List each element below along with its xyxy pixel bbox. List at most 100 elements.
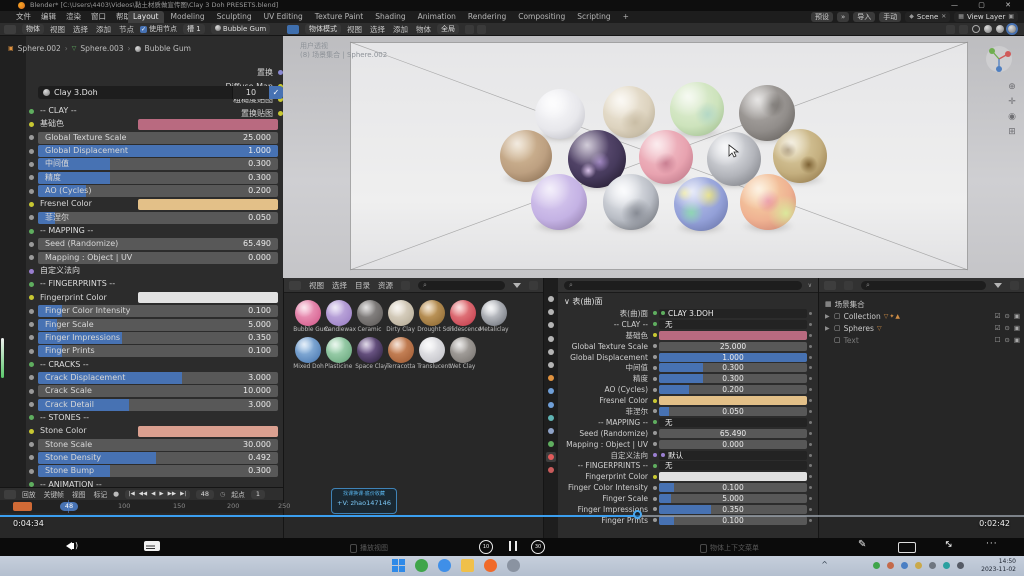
param-slider[interactable] — [38, 172, 278, 184]
param-slider[interactable]: 0.000 — [659, 440, 807, 449]
color-swatch[interactable] — [138, 199, 278, 210]
clay-sphere-translucent[interactable] — [535, 89, 585, 139]
transport-button-5[interactable]: ▶| — [179, 490, 188, 499]
checkbox-icon[interactable]: ☑ — [995, 312, 1001, 320]
rendered-shading-icon[interactable] — [1008, 25, 1016, 33]
rewind-10-button[interactable]: 10 — [479, 540, 493, 554]
manual-button[interactable]: 手动 — [879, 12, 901, 22]
orientation-dropdown[interactable]: 全局 — [437, 24, 459, 34]
menu-2[interactable]: 渲染 — [66, 11, 81, 23]
asset-menu-2[interactable]: 目录 — [355, 280, 370, 291]
chevron-down-icon[interactable]: ∨ — [808, 282, 812, 289]
clay-sphere-plasticine[interactable] — [670, 82, 724, 136]
use-nodes-checkbox[interactable]: ✓使用节点 — [140, 23, 177, 36]
expand-icon[interactable]: ▶ — [825, 313, 831, 320]
menu-1[interactable]: 编辑 — [41, 11, 56, 23]
volume-icon[interactable]: ) — [62, 541, 78, 550]
viewport-menu-3[interactable]: 物体 — [416, 23, 431, 36]
param-row-slider[interactable]: Finger Prints0.100 — [38, 345, 278, 357]
node-group-value[interactable]: 10 — [232, 86, 269, 99]
gizmo-toggle-icon[interactable] — [946, 25, 955, 34]
modifiers-tab[interactable] — [546, 386, 556, 396]
maximize-button[interactable]: ▢ — [978, 1, 994, 9]
animate-dot-icon[interactable] — [807, 399, 814, 402]
viewport-menu-0[interactable]: 视图 — [347, 23, 362, 36]
transport-button-1[interactable]: ◀◀ — [137, 490, 148, 499]
tray-icon-0[interactable] — [873, 562, 880, 569]
param-slider[interactable]: 5.000 — [659, 494, 807, 503]
animate-dot-icon[interactable] — [807, 421, 814, 424]
move-icon[interactable]: ✛ — [1008, 97, 1016, 107]
animate-dot-icon[interactable] — [807, 443, 814, 446]
taskbar-clock[interactable]: 14:50 2023-11-02 — [981, 558, 1016, 574]
param-row-slider[interactable]: Finger Color Intensity0.100 — [38, 305, 278, 317]
viewport-menu-2[interactable]: 添加 — [393, 23, 408, 36]
asset-item-candlewax[interactable]: Candlewax — [323, 300, 354, 334]
asset-item-mixed-doh[interactable]: Mixed Doh — [292, 337, 323, 371]
tray-icon-4[interactable] — [929, 562, 936, 569]
clay-sphere-mixed-doh[interactable] — [674, 177, 728, 231]
param-row-slider[interactable]: Crack Displacement3.000 — [38, 372, 278, 384]
view-layer-selector[interactable]: ▦View Layer▣ — [954, 12, 1018, 22]
workspace-tab-+[interactable]: + — [618, 11, 634, 23]
outliner-item-text[interactable]: ▢ Text ☐⊙▣ — [825, 334, 1020, 346]
asset-item-ceramic[interactable]: Ceramic — [354, 300, 385, 334]
windows-start-icon[interactable] — [392, 559, 405, 572]
workspace-tab-modeling[interactable]: Modeling — [166, 11, 210, 23]
record-button[interactable]: ● — [113, 490, 119, 498]
param-slider[interactable]: 0.300 — [659, 374, 807, 383]
animate-dot-icon[interactable] — [807, 334, 814, 337]
timeline-menu-0[interactable]: 回放 — [22, 489, 36, 499]
scene-tab[interactable] — [546, 347, 556, 357]
workspace-tab-compositing[interactable]: Compositing — [513, 11, 570, 23]
animate-dot-icon[interactable] — [807, 475, 814, 478]
param-slider[interactable]: 25.000 — [659, 342, 807, 351]
eye-icon[interactable]: ⊙ — [1004, 336, 1009, 344]
param-row-slider[interactable]: Stone Bump0.300 — [38, 465, 278, 477]
shader-mode-dropdown[interactable]: 物体 — [22, 24, 44, 34]
subtitle-icon[interactable] — [144, 541, 160, 551]
param-slider[interactable]: 0.050 — [659, 407, 807, 416]
shader-menu-0[interactable]: 视图 — [50, 23, 65, 36]
animate-dot-icon[interactable] — [807, 486, 814, 489]
view-layer-tab[interactable] — [546, 334, 556, 344]
workspace-tab-layout[interactable]: Layout — [128, 11, 164, 23]
tray-icon-3[interactable] — [915, 562, 922, 569]
timeline-type-icon[interactable] — [4, 490, 16, 499]
shader-menu-2[interactable]: 添加 — [96, 23, 111, 36]
texture-tab[interactable] — [546, 465, 556, 475]
clay-sphere-iridescence[interactable] — [740, 174, 796, 230]
physics-tab[interactable] — [546, 413, 556, 423]
color-swatch[interactable] — [138, 426, 278, 437]
particles-tab[interactable] — [546, 400, 556, 410]
asset-search-input[interactable]: ⌕ — [418, 281, 505, 290]
param-slider[interactable]: 0.200 — [659, 385, 807, 394]
workspace-tab-shading[interactable]: Shading — [370, 11, 410, 23]
timeline-menu-3[interactable]: 标记 — [94, 489, 108, 499]
wireframe-shading-icon[interactable] — [972, 25, 980, 33]
eye-icon[interactable]: ⊙ — [1004, 312, 1009, 320]
animate-dot-icon[interactable] — [807, 497, 814, 500]
param-slider[interactable] — [38, 212, 278, 224]
chevron-button[interactable]: » — [837, 12, 849, 22]
param-row-color[interactable]: 基础色 — [38, 118, 278, 130]
param-row-slider[interactable]: 精度0.300 — [38, 172, 278, 184]
asset-item-drought-soil[interactable]: Drought Soil — [416, 300, 447, 334]
param-row-slider[interactable]: Finger Scale5.000 — [38, 319, 278, 331]
animate-dot-icon[interactable] — [807, 323, 814, 326]
param-slider[interactable]: 0.100 — [659, 483, 807, 492]
param-row-slider[interactable]: Crack Scale10.000 — [38, 385, 278, 397]
param-value-field[interactable]: 默认 — [659, 451, 807, 460]
param-row-slider[interactable]: Stone Density0.492 — [38, 452, 278, 464]
param-slider[interactable]: 0.350 — [659, 505, 807, 514]
current-frame-field[interactable]: 48 — [196, 490, 214, 499]
output-tab[interactable] — [546, 320, 556, 330]
tool-tab[interactable] — [546, 294, 556, 304]
animate-dot-icon[interactable] — [807, 356, 814, 359]
camera-icon[interactable]: ▣ — [1014, 324, 1020, 332]
workspace-tab-uv-editing[interactable]: UV Editing — [259, 11, 308, 23]
breadcrumb-object[interactable]: Sphere.002 — [18, 44, 61, 53]
clay-sphere-candlewax[interactable] — [531, 174, 587, 230]
object-tab[interactable] — [546, 373, 556, 383]
clay-sphere-drought-soil[interactable] — [773, 129, 827, 183]
